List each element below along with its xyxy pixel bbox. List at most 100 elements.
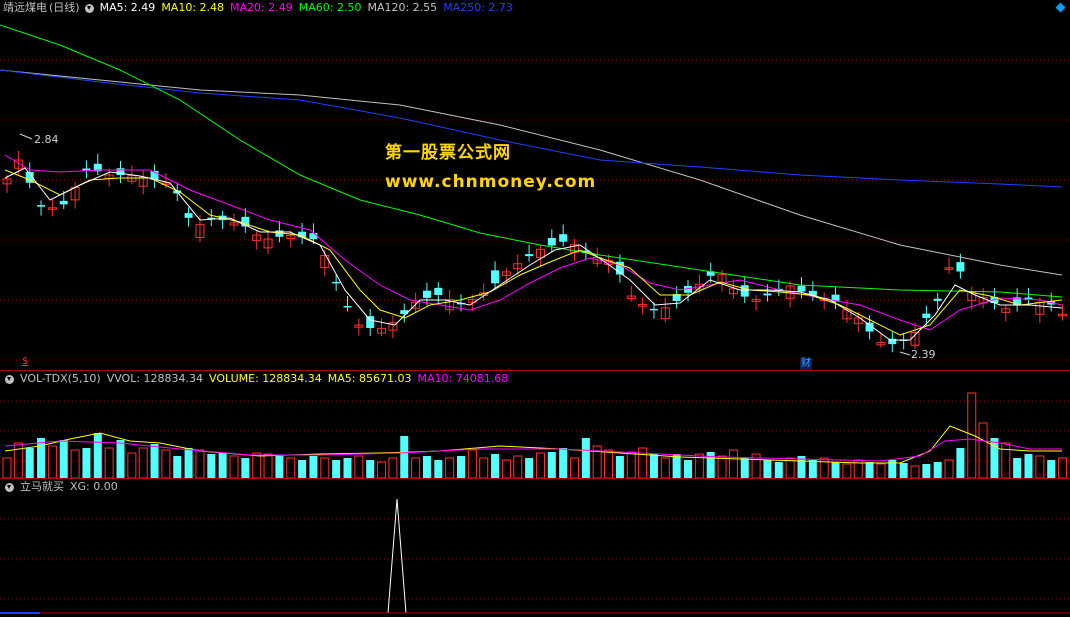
candle-body (366, 316, 375, 328)
volume-bar (559, 448, 568, 478)
left-marker: $ (22, 356, 29, 367)
volume-bar (740, 458, 749, 478)
volume-bar (876, 463, 886, 478)
ma10-line (4, 169, 1063, 336)
indicator-pane[interactable]: 立马就买 XG: 0.00 (0, 479, 1070, 617)
volume-bar (184, 448, 193, 478)
high-marker-arrow (19, 133, 33, 140)
volume-bar (1024, 454, 1033, 478)
volume-bar (229, 455, 239, 478)
volume-title[interactable]: VOL-TDX(5,10) (20, 371, 101, 387)
volume-bar (899, 463, 908, 478)
volume-bar (82, 448, 91, 478)
volume-bar (763, 460, 772, 478)
ma5-line (4, 167, 1063, 341)
volume-bar (956, 448, 965, 478)
chevron-down-icon[interactable] (5, 482, 14, 492)
vvol-label: VVOL: 128834.34 (106, 372, 204, 385)
candle-body (649, 308, 658, 311)
ma250-line (0, 69, 1063, 188)
volume-bar (535, 452, 545, 478)
volume-bar (684, 460, 692, 478)
candle-body (922, 313, 931, 318)
volume-bar (626, 451, 636, 478)
xg-signal-line (0, 498, 1070, 614)
volume-bar (161, 449, 171, 478)
volume-bar (501, 459, 511, 478)
volume-bar (37, 438, 46, 478)
volume-bar (990, 438, 999, 478)
volume-bar (547, 452, 556, 478)
candle-body (422, 290, 431, 298)
volume-bar (615, 456, 624, 478)
candle-body (740, 285, 749, 297)
volume-bar (263, 453, 273, 478)
ma10-label: MA10: 2.48 (161, 1, 225, 14)
finance-event-badge[interactable]: 财 (800, 358, 812, 370)
xg-label: XG: 0.00 (70, 480, 118, 493)
price-pane[interactable]: 靖远煤电 (日线) MA5: 2.49 MA10: 2.48 MA20: 2.4… (0, 0, 1070, 370)
candle-body (763, 293, 772, 296)
candle-body (434, 287, 443, 296)
candle-body (184, 213, 193, 218)
volume-bar (275, 456, 284, 478)
volume-bar (286, 457, 296, 478)
volume-bar (491, 454, 500, 478)
volume-bar (252, 452, 262, 478)
candle-body (37, 205, 46, 207)
volume-bar (366, 460, 375, 478)
volume-bar (195, 449, 205, 478)
period-label[interactable]: (日线) (49, 0, 80, 16)
indicator-title[interactable]: 立马就买 (20, 479, 64, 495)
volume-bar (207, 454, 216, 478)
volume-bar (570, 457, 579, 478)
volume-bar (513, 455, 523, 478)
volume-bar (241, 458, 250, 478)
watermark-title: 第一股票公式网 (385, 143, 511, 163)
volume-bar (150, 444, 159, 478)
volume-bar (93, 433, 102, 478)
volume-bar (604, 449, 614, 478)
volume-bar (728, 449, 738, 478)
volume-bar (116, 440, 125, 478)
volume-bar (47, 445, 57, 478)
volume-chart[interactable] (0, 371, 1070, 478)
volume-bar (104, 447, 114, 478)
volume-pane[interactable]: VOL-TDX(5,10) VVOL: 128834.34 VOLUME: 12… (0, 371, 1070, 478)
chevron-down-icon[interactable] (84, 3, 94, 13)
volume-bar (865, 462, 874, 478)
volume-bar (1035, 455, 1045, 478)
candle-body (933, 298, 942, 301)
volume-bar (922, 464, 931, 478)
volume-bar (1058, 457, 1068, 478)
indicator-legend: 立马就买 XG: 0.00 (0, 479, 124, 495)
indicator-chart[interactable] (0, 479, 1070, 617)
volume-ma5-line (4, 425, 1062, 464)
volume-bar (525, 458, 534, 478)
ma20-label: MA20: 2.49 (230, 1, 293, 14)
vol-ma10-label: MA10: 74081.68 (417, 372, 509, 385)
volume-bar (944, 459, 954, 478)
candle-body (797, 285, 806, 292)
volume-bar (59, 440, 68, 478)
volume-bar (422, 456, 431, 478)
volume-bar (1047, 460, 1056, 478)
volume-bar (138, 447, 148, 478)
volume-bar (808, 460, 817, 478)
volume-bar (173, 456, 182, 478)
volume-bar (434, 460, 443, 478)
volume-legend: VOL-TDX(5,10) VVOL: 128834.34 VOLUME: 12… (0, 371, 514, 387)
candle-body (343, 305, 352, 308)
low-price-label: 2.39 (911, 348, 936, 361)
volume-bar (910, 465, 920, 478)
volume-bar (842, 463, 852, 478)
candle-body (956, 262, 965, 272)
chevron-down-icon[interactable] (5, 374, 14, 384)
stock-title[interactable]: 靖远煤电 (3, 0, 47, 16)
volume-label: VOLUME: 128834.34 (209, 372, 322, 385)
volume-bar (831, 462, 840, 478)
volume-bar (377, 461, 387, 478)
candle-body (559, 234, 568, 242)
candle-body (332, 281, 341, 284)
volume-bar (467, 449, 477, 478)
